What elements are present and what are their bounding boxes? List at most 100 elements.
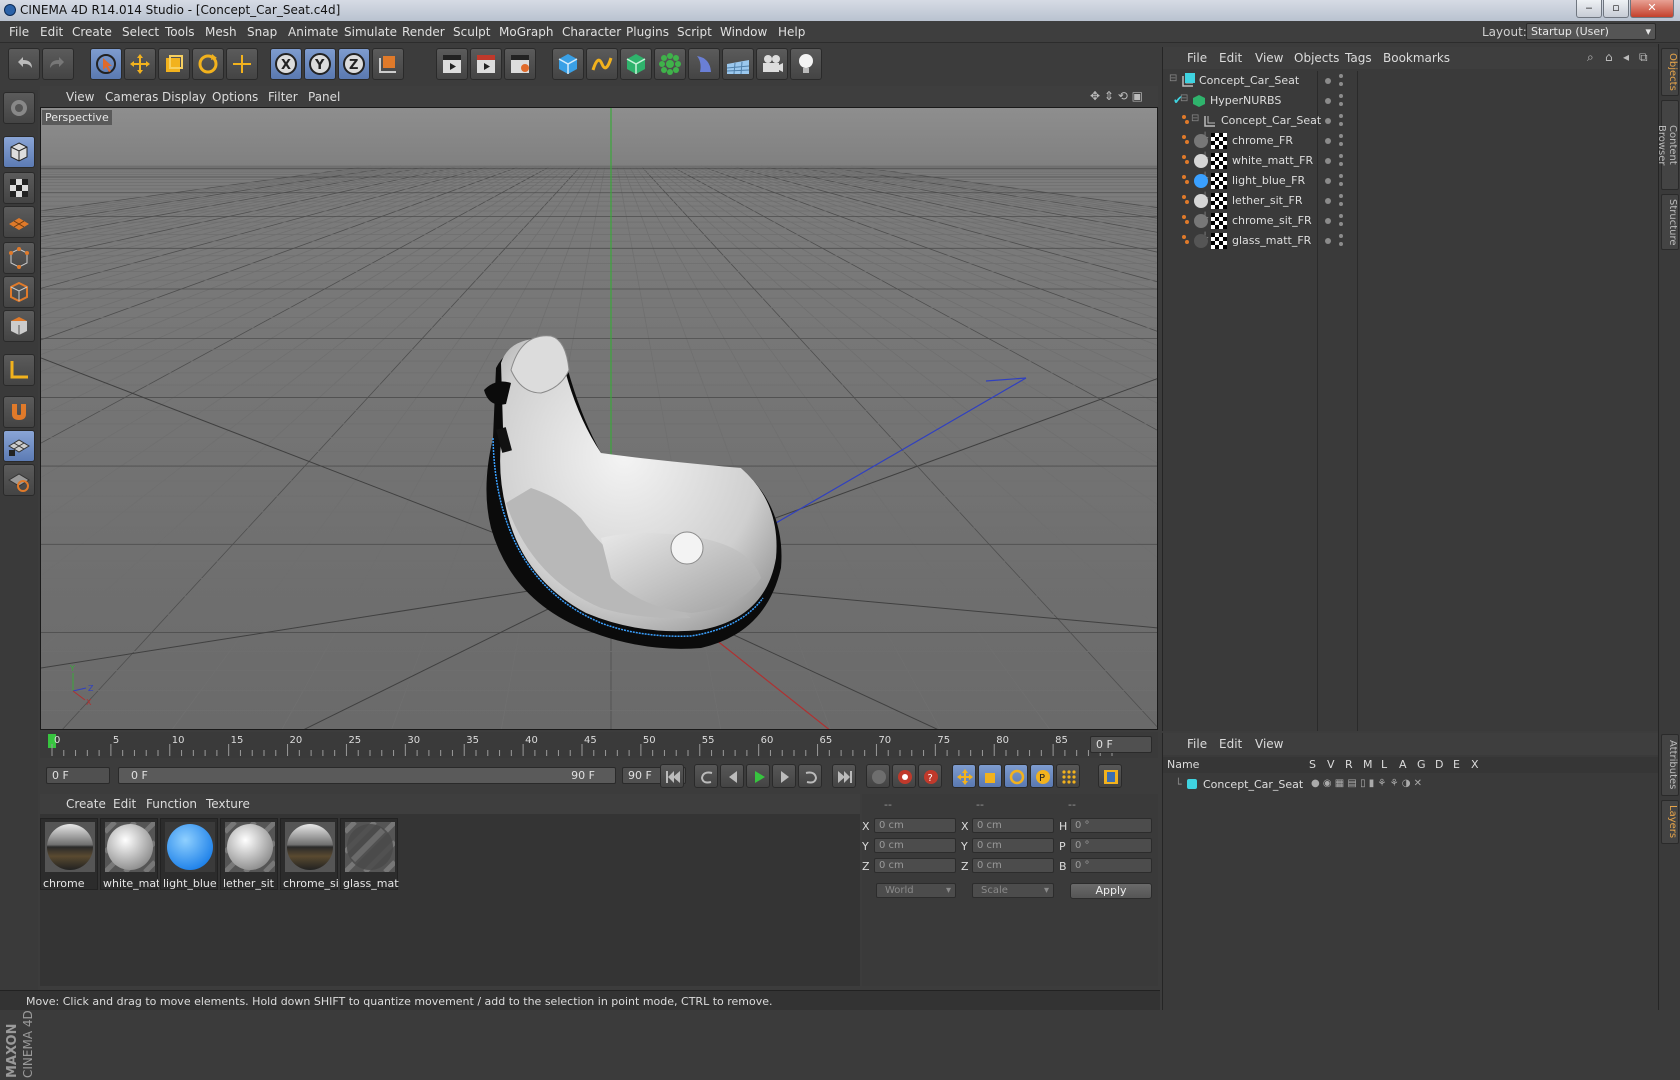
object-name[interactable]: Concept_Car_Seat [1199,74,1299,87]
material-swatch-light-blue[interactable]: light_blue [160,818,218,890]
object-name[interactable]: chrome_FR [1232,134,1293,147]
object-row-chrome-fr[interactable]: └chrome_FR [1163,131,1659,151]
tab-content-browser[interactable]: Content Browser [1656,100,1679,190]
menu-character[interactable]: Character [562,25,621,39]
prev-frame-button[interactable] [720,764,744,788]
layout-dropdown[interactable]: Startup (User) ▾ [1526,23,1656,40]
axis-mode-button[interactable] [3,354,35,386]
menu-help[interactable]: Help [778,25,805,39]
close-button[interactable]: ✕ [1630,0,1674,18]
viewport-scene[interactable]: Y Z X [41,108,1158,730]
layer-col-generators[interactable]: G [1417,758,1426,771]
object-name[interactable]: glass_matt_FR [1232,234,1311,247]
menu-mesh[interactable]: Mesh [205,25,237,39]
menu-select[interactable]: Select [122,25,159,39]
material-menu-function[interactable]: Function [146,797,197,811]
render-visibility-dot[interactable] [1339,142,1343,146]
spline-pen-button[interactable] [586,48,618,80]
editor-visibility-dot[interactable] [1325,78,1331,84]
key-position-button[interactable] [952,764,976,788]
object-row-concept-car-seat[interactable]: ⊟ Concept_Car_Seat [1163,71,1659,91]
render-visibility-dot[interactable] [1339,222,1343,226]
viewport-navigation-icons[interactable]: ✥ ⇕ ⟲ ▣ [1090,89,1143,103]
polygons-mode-button[interactable] [3,310,35,342]
tag-color-swatch[interactable] [1185,73,1195,83]
coordinate-mode-select[interactable]: World ▾ [876,883,956,898]
render-visibility-dot[interactable] [1339,162,1343,166]
layer-col-manager[interactable]: M [1363,758,1373,771]
tab-attributes[interactable]: Attributes [1661,734,1679,796]
object-row-white-matt-fr[interactable]: └white_matt_FR [1163,151,1659,171]
start-frame-field[interactable]: 0 F [46,767,110,784]
render-visibility-dot[interactable] [1339,82,1343,86]
object-row-concept-car-seat[interactable]: ⊟ Concept_Car_Seat [1163,111,1659,131]
editor-visibility-dot[interactable] [1325,178,1331,184]
layer-flag-icons[interactable]: ● ◉ ▦ ▤ ▯ ▮ ⚘ ⚘ ◑ ✕ [1311,778,1422,789]
make-editable-button[interactable] [3,92,35,124]
material-tags[interactable] [1181,213,1227,229]
object-row-chrome-sit-fr[interactable]: └chrome_sit_FR [1163,211,1659,231]
coordinate-system-button[interactable] [372,48,404,80]
prev-key-button[interactable] [694,764,718,788]
size-y-field[interactable]: 0 cm [972,838,1054,853]
menu-snap[interactable]: Snap [247,25,277,39]
floor-scene-button[interactable] [722,48,754,80]
auto-keying-button[interactable] [892,764,916,788]
editor-visibility-dot[interactable] [1325,218,1331,224]
key-rotation-button[interactable] [1004,764,1028,788]
menu-render[interactable]: Render [402,25,445,39]
last-tool-button[interactable] [226,48,258,80]
layer-col-view[interactable]: V [1327,758,1335,771]
material-tags[interactable] [1181,193,1227,209]
layer-name[interactable]: Concept_Car_Seat [1203,778,1303,791]
object-name[interactable]: chrome_sit_FR [1232,214,1312,227]
layers-menu-file[interactable]: File [1187,737,1207,751]
layer-col-expressions[interactable]: E [1453,758,1460,771]
material-menu-edit[interactable]: Edit [113,797,136,811]
menu-tools[interactable]: Tools [165,25,195,39]
undo-button[interactable] [8,48,40,80]
workplane-mode-button[interactable] [3,206,35,238]
new-window-icon[interactable]: ⧉ [1639,50,1648,65]
menu-create[interactable]: Create [72,25,112,39]
keyframe-selection-button[interactable]: ? [918,764,942,788]
next-frame-button[interactable] [772,764,796,788]
layer-col-solo[interactable]: S [1309,758,1316,771]
key-pla-button[interactable] [1056,764,1080,788]
menu-plugins[interactable]: Plugins [626,25,669,39]
viewport-menu-options[interactable]: Options [212,90,258,104]
tab-structure[interactable]: Structure [1661,194,1679,250]
frame-range-slider[interactable]: 0 F 90 F [118,767,616,784]
search-icon[interactable]: ⌕ [1587,50,1594,65]
material-swatch-chrome-sit[interactable]: chrome_sit [280,818,339,890]
material-swatch-lether-sit[interactable]: lether_sit [220,818,278,890]
rot-p-field[interactable]: 0 ° [1070,838,1152,853]
record-keys-button[interactable] [866,764,890,788]
perspective-viewport[interactable]: Y Z X [40,107,1158,730]
layer-row[interactable]: └ Concept_Car_Seat ● ◉ ▦ ▤ ▯ ▮ ⚘ ⚘ ◑ ✕ [1163,775,1659,795]
move-tool-button[interactable] [124,48,156,80]
objects-menu-bookmarks[interactable]: Bookmarks [1383,51,1450,65]
locked-workplane-button[interactable] [3,464,35,496]
material-tags[interactable] [1181,153,1227,169]
viewport-menu-panel[interactable]: Panel [308,90,340,104]
layers-menu-view[interactable]: View [1255,737,1283,751]
object-row-hypernurbs[interactable]: ⊟ HyperNURBS ✔ [1163,91,1659,111]
menu-sculpt[interactable]: Sculpt [453,25,490,39]
editor-visibility-dot[interactable] [1325,138,1331,144]
render-visibility-dot[interactable] [1339,134,1343,138]
material-tags[interactable] [1181,233,1227,249]
expand-icon[interactable]: ⊟ [1169,73,1177,84]
render-visibility-dot[interactable] [1339,154,1343,158]
menu-script[interactable]: Script [677,25,712,39]
material-menu-texture[interactable]: Texture [206,797,250,811]
material-tags[interactable] [1181,173,1227,189]
size-mode-select[interactable]: Scale ▾ [972,883,1054,898]
redo-button[interactable] [42,48,74,80]
timeline-ruler[interactable]: 051015202530354045505560657075808590 0 F [40,732,1158,758]
apply-button[interactable]: Apply [1070,883,1152,899]
scale-tool-button[interactable] [158,48,190,80]
next-key-button[interactable] [798,764,822,788]
render-visibility-dot[interactable] [1339,194,1343,198]
objects-menu-file[interactable]: File [1187,51,1207,65]
